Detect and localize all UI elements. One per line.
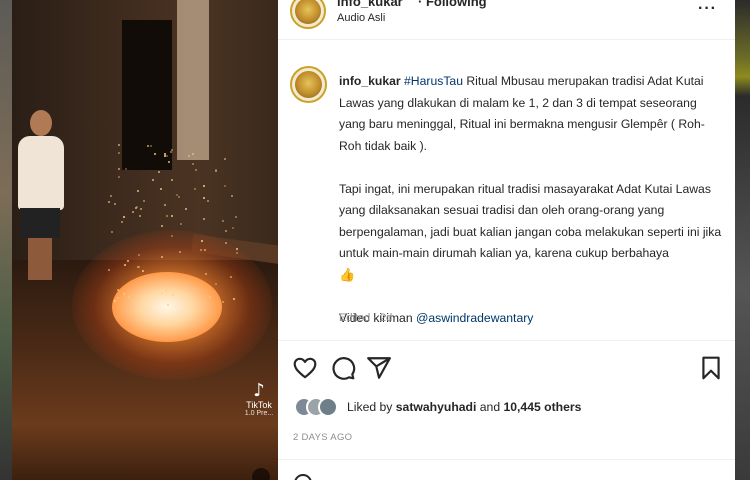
post-header: info_kukar · Following Audio Asli ···: [278, 0, 735, 40]
share-icon[interactable]: [366, 355, 392, 381]
audio-toggle-icon[interactable]: [252, 468, 270, 480]
spark: [204, 248, 207, 251]
caption-avatar[interactable]: [290, 66, 327, 103]
spark: [221, 220, 224, 223]
liked-by-text: Liked by satwahyuhadi and 10,445 others: [347, 400, 581, 414]
spark: [235, 247, 238, 250]
actions-section: Liked by satwahyuhadi and 10,445 others …: [278, 340, 735, 480]
spark: [175, 193, 178, 196]
spark: [122, 215, 125, 218]
following-button[interactable]: · Following: [418, 0, 487, 9]
avatar[interactable]: [290, 0, 326, 29]
spark: [191, 163, 194, 166]
spark: [223, 184, 226, 187]
spark: [161, 224, 164, 227]
audio-link[interactable]: Audio Asli: [337, 12, 385, 24]
spark: [160, 255, 163, 258]
tiktok-logo-icon: ♪: [253, 380, 265, 401]
liked-user-link[interactable]: satwahyuhadi: [396, 400, 477, 414]
spark: [165, 214, 168, 217]
edited-label: Edited · 2d: [339, 312, 393, 324]
video-person: [14, 110, 66, 280]
page-backdrop-left: [0, 0, 12, 480]
spark: [232, 297, 235, 300]
comment-icon[interactable]: [330, 355, 356, 381]
liked-by-prefix: Liked by: [347, 400, 396, 414]
comment-bar: [278, 459, 735, 480]
emoji-icon[interactable]: [294, 474, 312, 480]
caption-section: info_kukar #HarusTau Ritual Mbusau merup…: [278, 40, 735, 340]
spark: [171, 294, 174, 297]
mention-link[interactable]: @aswindradewantary: [416, 311, 533, 325]
spark: [142, 199, 145, 202]
spark: [188, 154, 191, 157]
spark: [164, 290, 167, 292]
page-backdrop-right: [735, 0, 750, 480]
spark: [118, 175, 121, 178]
spark: [224, 229, 227, 232]
spark: [235, 215, 238, 218]
caption-text: info_kukar #HarusTau Ritual Mbusau merup…: [339, 71, 725, 351]
bookmark-icon[interactable]: [698, 355, 724, 381]
spark: [113, 299, 116, 302]
tiktok-watermark-brand: TikTok: [246, 400, 272, 410]
thumbs-up-emoji: 👍: [339, 267, 356, 283]
avatar: [318, 397, 338, 417]
spark: [224, 157, 227, 160]
spark: [117, 143, 120, 146]
spark: [179, 222, 182, 225]
spark: [131, 211, 134, 214]
spark: [153, 153, 156, 156]
caption-paragraph-2: Tapi ingat, ini merupakan ritual tradisi…: [339, 181, 722, 261]
spark: [149, 144, 152, 147]
spark: [123, 263, 126, 266]
spark: [200, 248, 203, 251]
spark: [192, 287, 195, 290]
video-doorway: [122, 20, 172, 170]
spark: [224, 241, 227, 244]
spark: [113, 202, 116, 205]
video-fire: [112, 272, 222, 342]
caption-username-link[interactable]: info_kukar: [339, 74, 401, 88]
header-username-link[interactable]: info_kukar: [337, 0, 403, 9]
spark: [146, 145, 149, 147]
heart-icon[interactable]: [292, 355, 318, 381]
spark: [204, 273, 207, 275]
spark: [157, 171, 160, 174]
liked-by-middle: and: [476, 400, 504, 414]
post-video[interactable]: ♪ TikTok 1.0 Pre...: [12, 0, 278, 480]
spark: [108, 268, 111, 271]
spark: [235, 252, 238, 254]
post-details-panel: info_kukar · Following Audio Asli ··· in…: [278, 0, 735, 480]
spark: [118, 167, 121, 170]
spark: [124, 167, 127, 170]
tiktok-watermark-handle: 1.0 Pre...: [244, 410, 274, 417]
more-horizontal-icon[interactable]: ···: [698, 0, 717, 18]
video-wooden-post: [177, 0, 209, 160]
likes-count-link[interactable]: 10,445 others: [503, 400, 581, 414]
spark: [122, 292, 125, 295]
post-timestamp[interactable]: 2 DAYS AGO: [293, 432, 352, 443]
spark: [137, 254, 140, 257]
spark: [194, 168, 197, 171]
tiktok-watermark: ♪ TikTok 1.0 Pre...: [244, 382, 274, 418]
liked-by-avatars[interactable]: [294, 397, 344, 419]
spark: [117, 151, 120, 154]
hashtag-link[interactable]: #HarusTau: [404, 74, 463, 88]
